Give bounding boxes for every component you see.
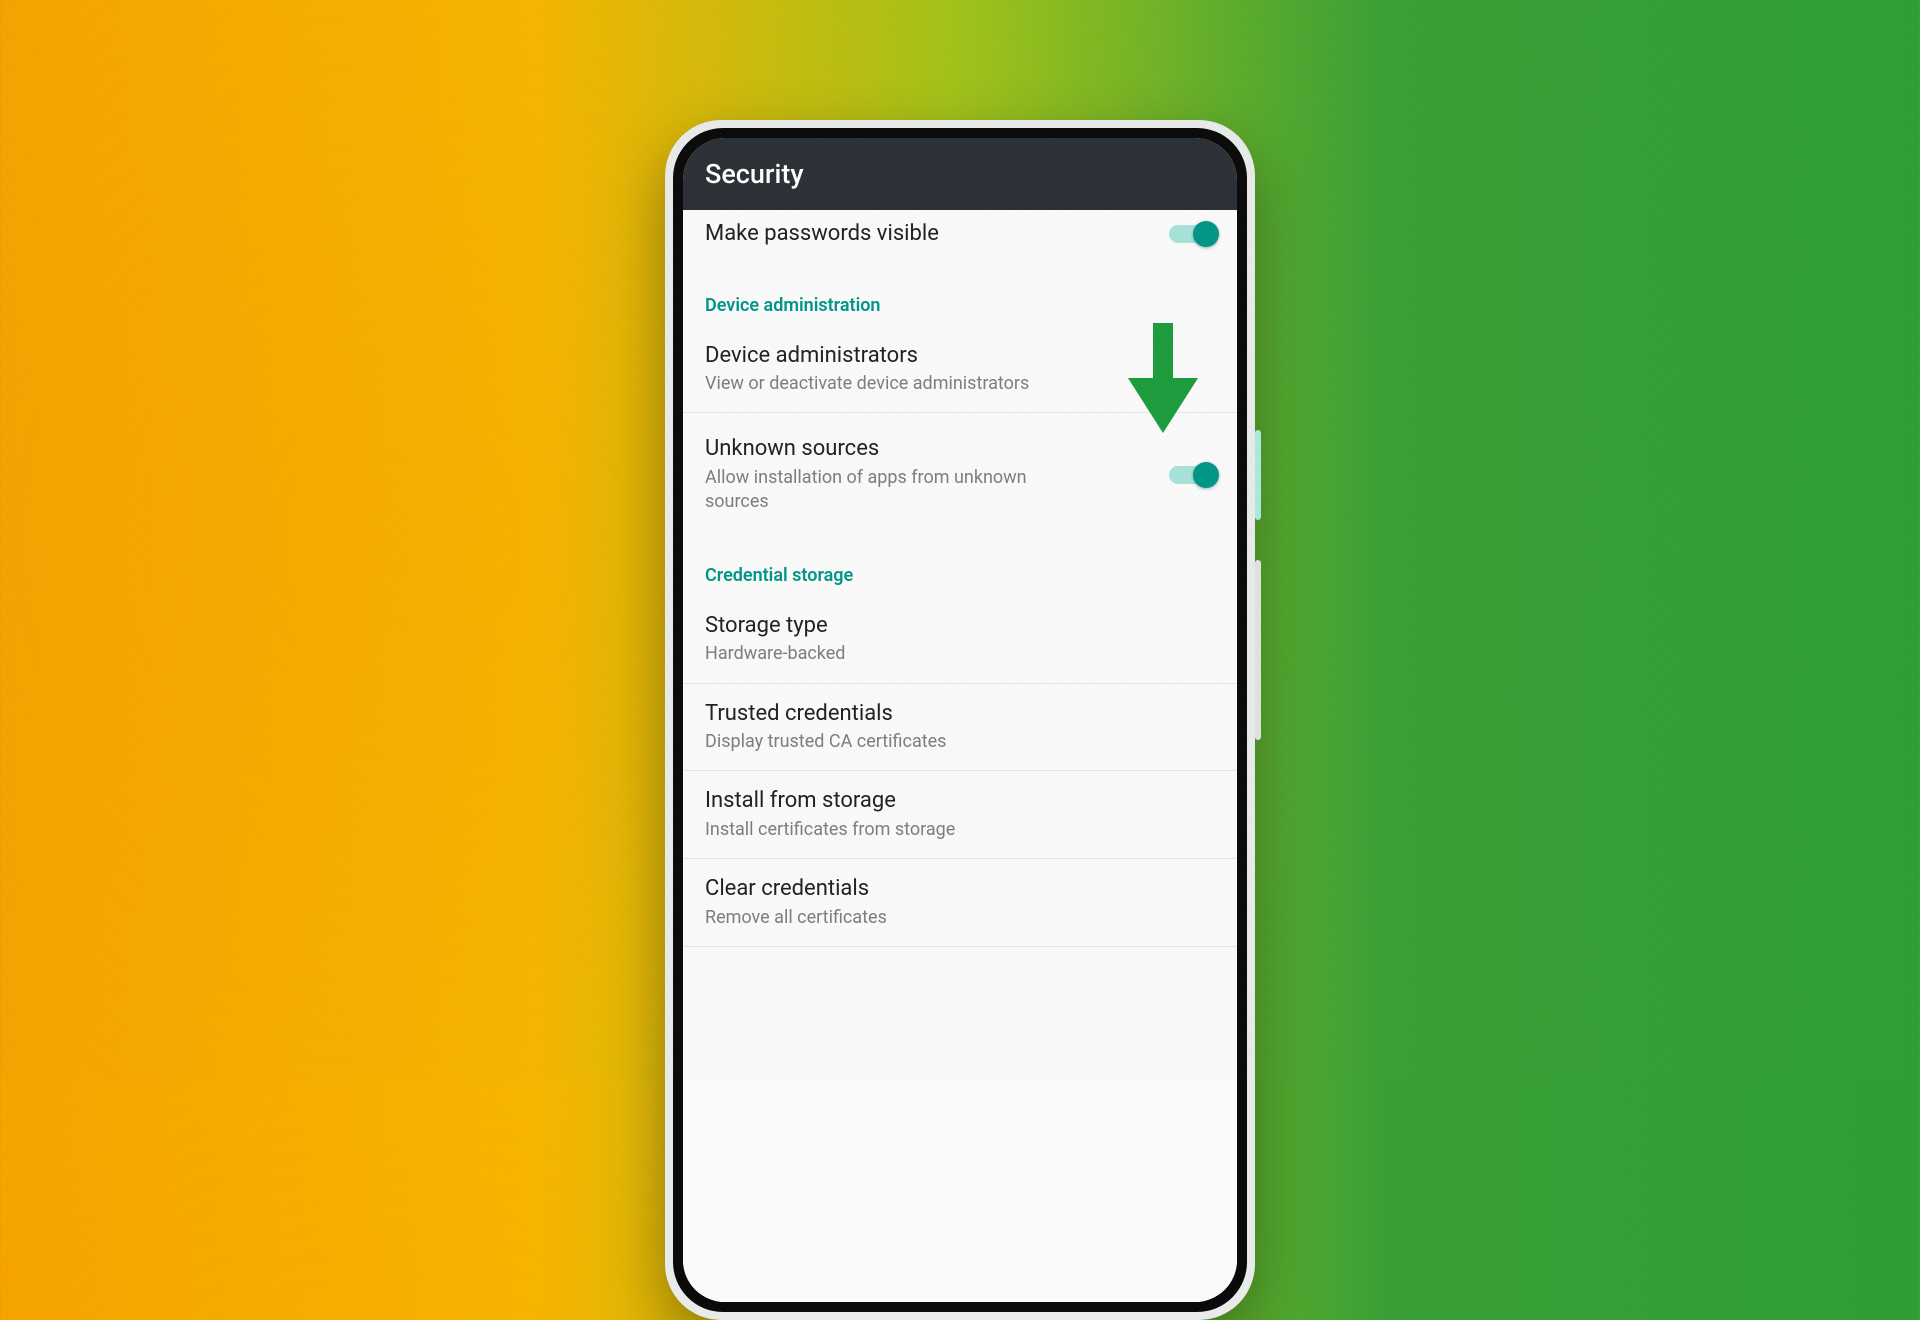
toggle-knob bbox=[1193, 221, 1219, 247]
power-button bbox=[1255, 430, 1261, 520]
row-title: Trusted credentials bbox=[705, 700, 1215, 729]
toggle-unknown-sources[interactable] bbox=[1169, 466, 1215, 484]
phone-bezel: Security Make passwords visible Device a… bbox=[673, 128, 1247, 1312]
row-title: Clear credentials bbox=[705, 875, 1215, 904]
row-subtitle: Install certificates from storage bbox=[705, 818, 1215, 842]
row-subtitle: View or deactivate device administrators bbox=[705, 372, 1215, 396]
volume-button bbox=[1255, 560, 1261, 740]
row-subtitle: Remove all certificates bbox=[705, 906, 1215, 930]
row-trusted-credentials[interactable]: Trusted credentials Display trusted CA c… bbox=[683, 684, 1237, 772]
row-device-administrators[interactable]: Device administrators View or deactivate… bbox=[683, 326, 1237, 414]
device-screen: Security Make passwords visible Device a… bbox=[683, 138, 1237, 1302]
row-install-from-storage[interactable]: Install from storage Install certificate… bbox=[683, 771, 1237, 859]
row-unknown-sources[interactable]: Unknown sources Allow installation of ap… bbox=[683, 413, 1237, 536]
section-device-administration: Device administration bbox=[683, 267, 1237, 326]
row-title: Make passwords visible bbox=[705, 220, 1159, 249]
appbar: Security bbox=[683, 138, 1237, 210]
section-credential-storage: Credential storage bbox=[683, 537, 1237, 596]
page-title: Security bbox=[705, 158, 804, 190]
row-subtitle: Hardware-backed bbox=[705, 642, 1215, 666]
toggle-make-passwords-visible[interactable] bbox=[1169, 225, 1215, 243]
row-title: Storage type bbox=[705, 612, 1215, 641]
row-subtitle: Allow installation of apps from unknown … bbox=[705, 466, 1065, 515]
toggle-knob bbox=[1193, 462, 1219, 488]
row-subtitle: Display trusted CA certificates bbox=[705, 730, 1215, 754]
settings-list[interactable]: Make passwords visible Device administra… bbox=[683, 210, 1237, 1302]
row-title: Device administrators bbox=[705, 342, 1215, 371]
phone-mockup: Security Make passwords visible Device a… bbox=[665, 120, 1255, 1320]
row-title: Unknown sources bbox=[705, 435, 1159, 464]
row-clear-credentials[interactable]: Clear credentials Remove all certificate… bbox=[683, 859, 1237, 947]
row-make-passwords-visible[interactable]: Make passwords visible bbox=[683, 210, 1237, 267]
row-storage-type[interactable]: Storage type Hardware-backed bbox=[683, 596, 1237, 684]
row-title: Install from storage bbox=[705, 787, 1215, 816]
